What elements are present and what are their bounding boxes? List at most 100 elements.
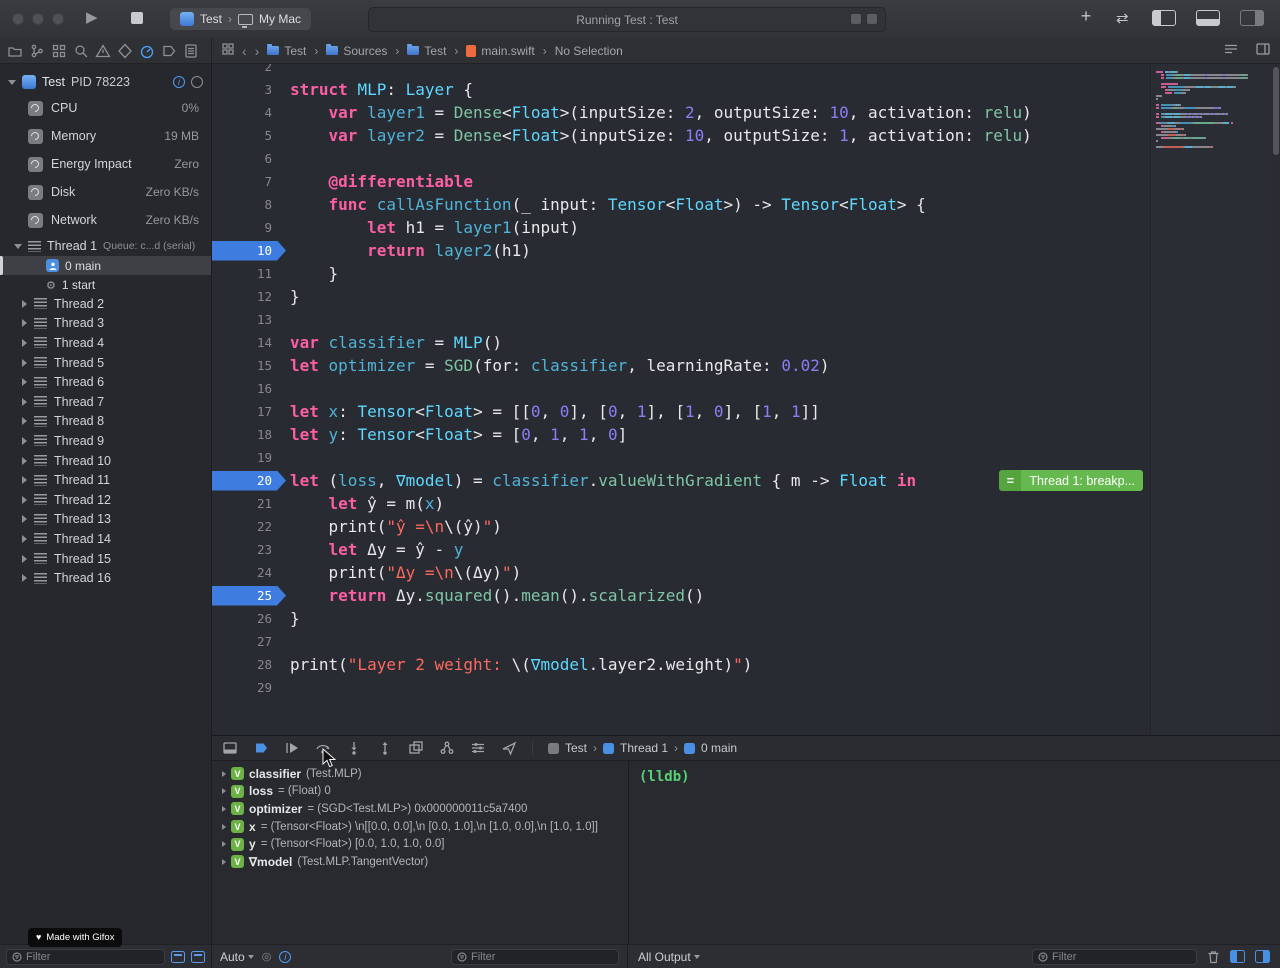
disclosure-right-icon[interactable]: [22, 476, 27, 484]
code-line-25[interactable]: 25 return Δy.squared().mean().scalarized…: [212, 584, 1280, 607]
show-console-pane-button[interactable]: [1255, 950, 1270, 963]
adjust-editor-icon[interactable]: [1224, 42, 1238, 59]
variables-scope-dropdown[interactable]: Auto: [220, 950, 254, 964]
sidebar-thread-5[interactable]: Thread 5: [0, 353, 211, 373]
sidebar-thread-15[interactable]: Thread 15: [0, 549, 211, 569]
navigator-filter-input[interactable]: Filter: [6, 949, 165, 965]
breadcrumb-group[interactable]: Test: [407, 44, 446, 58]
code-line-19[interactable]: 19: [212, 446, 1280, 469]
disclosure-right-icon[interactable]: [22, 319, 27, 327]
sidebar-thread-1[interactable]: Thread 1 Queue: c...d (serial): [0, 236, 211, 256]
disclosure-right-icon[interactable]: [222, 771, 226, 777]
code-line-10[interactable]: 10 return layer2(h1): [212, 239, 1280, 262]
flat-view-icon[interactable]: ◎: [262, 950, 272, 963]
code-line-28[interactable]: 28print("Layer 2 weight: \(∇model.layer2…: [212, 653, 1280, 676]
code-line-12[interactable]: 12}: [212, 285, 1280, 308]
variable-row-0[interactable]: classifier(Test.MLP): [212, 765, 628, 783]
disclosure-right-icon[interactable]: [22, 535, 27, 543]
sidebar-thread-13[interactable]: Thread 13: [0, 510, 211, 530]
code-line-20[interactable]: 20let (loss, ∇model) = classifier.valueW…: [212, 469, 1280, 492]
disclosure-right-icon[interactable]: [22, 574, 27, 582]
sidebar-thread-10[interactable]: Thread 10: [0, 451, 211, 471]
disclosure-down-icon[interactable]: [14, 244, 22, 249]
related-items-icon[interactable]: [222, 43, 234, 58]
stack-frame-0[interactable]: 0 main: [0, 256, 211, 275]
toggle-inspector-button[interactable]: [1240, 10, 1264, 26]
sidebar-thread-2[interactable]: Thread 2: [0, 294, 211, 314]
zoom-window-button[interactable]: [52, 13, 64, 25]
disclosure-right-icon[interactable]: [22, 437, 27, 445]
code-line-6[interactable]: 6: [212, 147, 1280, 170]
breakpoint-navigator-icon[interactable]: [161, 43, 177, 59]
disclosure-right-icon[interactable]: [222, 859, 226, 865]
console-view[interactable]: (lldb): [628, 761, 1280, 944]
code-line-18[interactable]: 18let y: Tensor<Float> = [0, 1, 1, 0]: [212, 423, 1280, 446]
variable-row-5[interactable]: ∇model(Test.MLP.TangentVector): [212, 853, 628, 871]
code-line-26[interactable]: 26}: [212, 607, 1280, 630]
minimap[interactable]: [1150, 64, 1272, 735]
stop-button[interactable]: [131, 12, 143, 24]
editor-scrollbar[interactable]: [1272, 64, 1280, 735]
sidebar-thread-4[interactable]: Thread 4: [0, 333, 211, 353]
disclosure-down-icon[interactable]: [8, 80, 16, 85]
breakpoint-marker[interactable]: 20: [212, 471, 286, 491]
simulate-location-icon[interactable]: [501, 740, 517, 756]
source-control-navigator-icon[interactable]: [29, 43, 45, 59]
code-line-3[interactable]: 3struct MLP: Layer {: [212, 78, 1280, 101]
library-button[interactable]: [1074, 6, 1098, 27]
code-line-13[interactable]: 13: [212, 308, 1280, 331]
disclosure-right-icon[interactable]: [22, 359, 27, 367]
console-output-dropdown[interactable]: All Output: [638, 950, 700, 964]
scheme-selector[interactable]: Test My Mac: [170, 8, 311, 30]
toggle-navigator-button[interactable]: [1152, 10, 1176, 26]
code-line-5[interactable]: 5 var layer2 = Dense<Float>(inputSize: 1…: [212, 124, 1280, 147]
show-variables-pane-button[interactable]: [1230, 950, 1245, 963]
sidebar-gauge-energy-impact[interactable]: Energy ImpactZero: [0, 150, 211, 178]
step-into-icon[interactable]: [346, 740, 362, 756]
debug-view-hierarchy-icon[interactable]: [408, 740, 424, 756]
disclosure-right-icon[interactable]: [222, 788, 226, 794]
forward-button[interactable]: [255, 43, 260, 59]
process-row[interactable]: Test PID 78223: [0, 70, 211, 94]
sidebar-thread-11[interactable]: Thread 11: [0, 470, 211, 490]
code-line-17[interactable]: 17let x: Tensor<Float> = [[0, 0], [0, 1]…: [212, 400, 1280, 423]
run-button[interactable]: [86, 8, 98, 26]
variable-row-3[interactable]: x= (Tensor<Float>) \n[[0.0, 0.0],\n [0.0…: [212, 818, 628, 836]
breadcrumb-sources[interactable]: Sources: [326, 44, 387, 58]
code-line-23[interactable]: 23 let Δy = ŷ - y: [212, 538, 1280, 561]
search-icon[interactable]: [73, 43, 89, 59]
show-frames-with-symbols-button[interactable]: [171, 951, 185, 963]
disclosure-right-icon[interactable]: [222, 841, 226, 847]
show-running-blocks-button[interactable]: [191, 951, 205, 963]
sidebar-thread-14[interactable]: Thread 14: [0, 529, 211, 549]
code-line-22[interactable]: 22 print("ŷ =\n\(ŷ)"): [212, 515, 1280, 538]
quick-look-info-icon[interactable]: [279, 951, 291, 963]
code-line-11[interactable]: 11 }: [212, 262, 1280, 285]
breakpoint-marker[interactable]: 25: [212, 586, 286, 606]
console-filter-input[interactable]: Filter: [1032, 949, 1197, 965]
stack-frame-1[interactable]: 1 start: [0, 275, 211, 294]
breakpoints-toggle-icon[interactable]: [253, 740, 269, 756]
environment-overrides-icon[interactable]: [470, 740, 486, 756]
info-icon[interactable]: [173, 76, 185, 88]
code-line-7[interactable]: 7 @differentiable: [212, 170, 1280, 193]
code-review-button[interactable]: [1116, 9, 1129, 27]
step-out-icon[interactable]: [377, 740, 393, 756]
sidebar-thread-16[interactable]: Thread 16: [0, 568, 211, 588]
disclosure-right-icon[interactable]: [222, 824, 226, 830]
crumb-frame[interactable]: 0 main: [701, 741, 737, 755]
code-line-4[interactable]: 4 var layer1 = Dense<Float>(inputSize: 2…: [212, 101, 1280, 124]
sidebar-thread-3[interactable]: Thread 3: [0, 314, 211, 334]
source-editor[interactable]: 23struct MLP: Layer {4 var layer1 = Dens…: [212, 64, 1280, 735]
scrollbar-thumb[interactable]: [1273, 67, 1279, 155]
sidebar-gauge-disk[interactable]: DiskZero KB/s: [0, 178, 211, 206]
code-line-29[interactable]: 29: [212, 676, 1280, 699]
breadcrumb-file[interactable]: main.swift: [466, 44, 534, 58]
report-navigator-icon[interactable]: [183, 43, 199, 59]
clear-console-icon[interactable]: [1207, 950, 1220, 964]
code-line-8[interactable]: 8 func callAsFunction(_ input: Tensor<Fl…: [212, 193, 1280, 216]
code-line-27[interactable]: 27: [212, 630, 1280, 653]
close-window-button[interactable]: [12, 13, 24, 25]
disclosure-right-icon[interactable]: [22, 555, 27, 563]
disclosure-right-icon[interactable]: [22, 496, 27, 504]
